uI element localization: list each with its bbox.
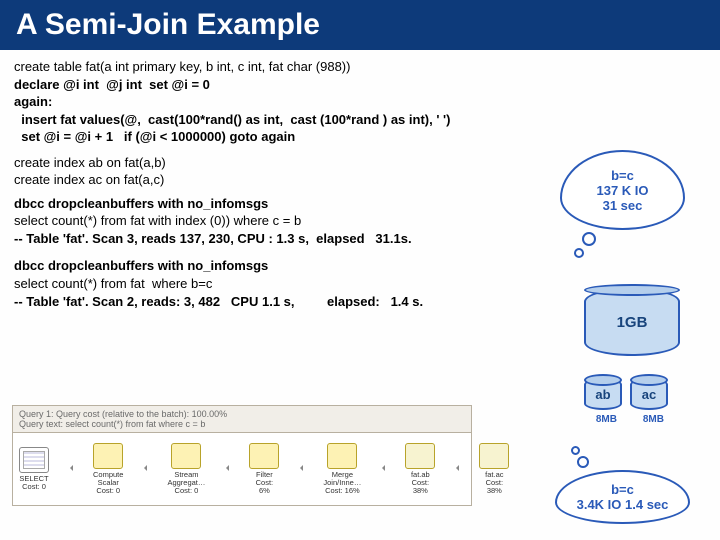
operator-icon [327, 443, 357, 469]
disk-ab: ab [584, 378, 622, 410]
disk-ac: ac [630, 378, 668, 410]
plan-header-line2: Query text: select count(*) from fat whe… [19, 419, 465, 429]
disk-ab-label: ab [595, 387, 610, 402]
cloud1-line2: 137 K IO [572, 183, 673, 198]
disk-main-label: 1GB [617, 314, 648, 331]
plan-header-line1: Query 1: Query cost (relative to the bat… [19, 409, 465, 419]
disk-main: 1GB [584, 288, 680, 356]
plan-op: Compute ScalarCost: 0 [93, 443, 123, 495]
thought-cloud-fast: b=c 3.4K IO 1.4 sec [555, 470, 690, 524]
operator-icon [171, 443, 201, 469]
slide-title: A Semi-Join Example [0, 0, 720, 50]
create-table-stmt: create table fat(a int primary key, b in… [14, 58, 706, 76]
select-icon [19, 447, 49, 473]
plan-op: fat.abCost: 38% [405, 443, 435, 495]
disk-ac-size: 8MB [643, 414, 664, 425]
label-again: again: [14, 93, 706, 111]
plan-op: Merge Join/Inne…Cost: 16% [323, 443, 361, 495]
disk-ac-label: ac [642, 387, 656, 402]
operator-icon [249, 443, 279, 469]
plan-op: Stream Aggregat…Cost: 0 [167, 443, 205, 495]
cloud1-line3: 31 sec [572, 198, 673, 213]
plan-op: SELECTCost: 0 [19, 447, 49, 491]
index-scan-icon [479, 443, 509, 469]
plan-operators-row: SELECTCost: 0 Compute ScalarCost: 0 Stream… [12, 433, 472, 506]
dbcc-2: dbcc dropcleanbuffers with no_infomsgs [14, 257, 706, 275]
plan-op: FilterCost: 6% [249, 443, 279, 495]
plan-op: fat.acCost: 38% [479, 443, 509, 495]
result-1: -- Table 'fat'. Scan 3, reads 137, 230, … [14, 230, 706, 248]
operator-icon [93, 443, 123, 469]
disk-ab-size: 8MB [596, 414, 617, 425]
index-scan-icon [405, 443, 435, 469]
cloud2-line2: 3.4K IO 1.4 sec [567, 497, 678, 512]
insert-stmt: insert fat values(@, cast(100*rand() as … [14, 111, 706, 129]
cloud2-line1: b=c [567, 482, 678, 497]
loop-stmt: set @i = @i + 1 if (@i < 1000000) goto a… [14, 128, 706, 146]
declare-stmt: declare @i int @j int set @i = 0 [14, 76, 706, 94]
plan-header: Query 1: Query cost (relative to the bat… [12, 405, 472, 433]
cloud1-line1: b=c [572, 168, 673, 183]
query-plan: Query 1: Query cost (relative to the bat… [12, 405, 472, 506]
